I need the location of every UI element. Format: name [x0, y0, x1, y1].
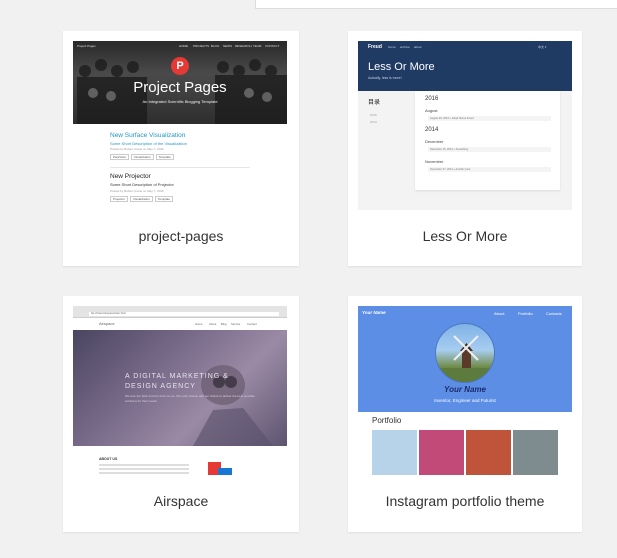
nav-link[interactable]: about — [414, 45, 422, 49]
nav-link[interactable]: BLOG — [211, 44, 219, 48]
theme-card-less-or-more[interactable]: Freud home archive about 中文 ▾ Less Or Mo… — [348, 31, 582, 266]
nav-link[interactable]: About — [494, 311, 504, 316]
nav-link[interactable]: Service — [231, 322, 240, 326]
portfolio-tile[interactable] — [419, 430, 464, 475]
theme-title[interactable]: Airspace — [63, 493, 299, 509]
portfolio-heading: Portfolio — [372, 416, 402, 425]
archive-panel: 2016 August August 29, 2016 » Jekyll the… — [415, 91, 560, 190]
theme-title[interactable]: Instagram portfolio theme — [348, 493, 582, 509]
hero-heading: A DIGITAL MARKETING & DESIGN AGENCY — [125, 372, 229, 392]
nav-link[interactable]: home — [388, 45, 396, 49]
archive-entry[interactable]: August 29, 2016 » Jekyll theme Freud — [428, 116, 551, 121]
browser-chrome: file:///Users/airspace/index.html — [73, 306, 287, 318]
tag[interactable]: Projector — [110, 196, 129, 202]
post-tags: Projector Visualization Template — [110, 196, 173, 202]
nav-link[interactable]: HOME — [179, 44, 188, 48]
theme-thumbnail[interactable]: Your Name About Portfolio Contacts Your … — [358, 306, 572, 475]
tag[interactable]: ParaView — [110, 154, 129, 160]
theme-title[interactable]: Less Or More — [348, 228, 582, 244]
project-pages-logo: P — [171, 57, 189, 75]
nav-link[interactable]: archive — [400, 45, 410, 49]
profile-tagline: Inventor, Engineer and Futurist — [434, 398, 496, 403]
nav-link[interactable]: Contact — [247, 322, 257, 326]
post-tags: ParaView Visualization Template — [110, 154, 174, 160]
toc-item[interactable]: 2014 — [370, 120, 377, 124]
archive-year: 2016 — [425, 96, 439, 102]
post-meta: Posted by Robert Crane on May 7, 2016 — [110, 147, 164, 151]
profile-name: Your Name — [444, 385, 486, 394]
post-title[interactable]: New Projector — [110, 173, 151, 180]
tag[interactable]: Visualization — [130, 196, 153, 202]
theme-thumbnail[interactable]: Freud home archive about 中文 ▾ Less Or Mo… — [358, 41, 572, 210]
nav-link[interactable]: CONTACT — [265, 44, 279, 48]
site-tagline: Actually, less is more! — [368, 76, 402, 80]
theme-thumbnail[interactable]: file:///Users/airspace/index.html Airspa… — [73, 306, 287, 475]
about-heading: ABOUT US — [99, 457, 118, 461]
archive-month: November — [425, 159, 444, 164]
archive-entry[interactable]: November 27, 2014 » Another post — [428, 167, 551, 172]
hero-description: We love the Web and the work we do. We w… — [125, 394, 255, 403]
theme-thumbnail[interactable]: Project Pages HOME PROJECTS BLOG NEWS RE… — [73, 41, 287, 210]
archive-year: 2014 — [425, 127, 439, 133]
toc-item[interactable]: 2016 — [370, 113, 377, 117]
nav-link[interactable]: NEWS — [223, 44, 232, 48]
text-line — [99, 464, 189, 466]
post-meta: Posted by Robert Crane on May 7, 2016 — [110, 189, 164, 193]
site-brand[interactable]: Freud — [368, 44, 382, 50]
hero-banner: Project Pages HOME PROJECTS BLOG NEWS RE… — [73, 41, 287, 124]
site-brand[interactable]: Your Name — [362, 310, 386, 315]
theme-title[interactable]: project-pages — [63, 228, 299, 244]
site-brand[interactable]: Airspace — [99, 321, 115, 326]
post-title[interactable]: New Surface Visualization — [110, 132, 185, 139]
tag[interactable]: Template — [154, 196, 173, 202]
profile-header: Your Name About Portfolio Contacts Your … — [358, 306, 572, 412]
top-panel-edge — [255, 0, 617, 9]
theme-card-airspace[interactable]: file:///Users/airspace/index.html Airspa… — [63, 296, 299, 532]
nav-link[interactable]: RESEARCH — [235, 44, 252, 48]
text-line — [99, 472, 189, 474]
post-subtitle: Some Short Description of the Visualizat… — [110, 141, 187, 146]
theme-card-instagram-portfolio[interactable]: Your Name About Portfolio Contacts Your … — [348, 296, 582, 532]
portfolio-grid — [372, 430, 558, 475]
nav-link[interactable]: PROJECTS — [193, 44, 209, 48]
nav-link[interactable]: Home — [195, 322, 202, 326]
language-switch[interactable]: 中文 ▾ — [538, 45, 546, 49]
hero-heading-line: A DIGITAL MARKETING & — [125, 373, 229, 380]
archive-month: August — [425, 108, 438, 113]
nav-link[interactable]: Blog — [221, 322, 227, 326]
divider — [110, 167, 250, 168]
blue-graphic — [218, 468, 232, 475]
tag[interactable]: Template — [155, 154, 174, 160]
portfolio-tile[interactable] — [513, 430, 558, 475]
hero-heading-line: DESIGN AGENCY — [125, 383, 196, 390]
toc-heading: 目录 — [368, 100, 381, 106]
portfolio-tile[interactable] — [372, 430, 417, 475]
nav-link[interactable]: TEAM — [253, 44, 261, 48]
windmill-icon — [436, 335, 494, 382]
address-bar[interactable]: file:///Users/airspace/index.html — [89, 312, 279, 316]
tag[interactable]: Visualization — [130, 154, 154, 160]
site-preview: Freud home archive about 中文 ▾ Less Or Mo… — [358, 41, 572, 210]
archive-entry[interactable]: December 15, 2014 » Something — [428, 147, 551, 152]
nav-brand[interactable]: Project Pages — [77, 44, 96, 48]
theme-card-project-pages[interactable]: Project Pages HOME PROJECTS BLOG NEWS RE… — [63, 31, 299, 266]
text-line — [99, 468, 189, 470]
site-title: Less Or More — [368, 61, 435, 73]
portfolio-tile[interactable] — [466, 430, 511, 475]
site-header: Freud home archive about 中文 ▾ Less Or Mo… — [358, 41, 572, 91]
hero-subtitle: An Integrated Scientific Blogging Templa… — [142, 99, 218, 104]
nav-link[interactable]: Contacts — [546, 311, 562, 316]
post-subtitle: Some Short Description of Projector — [110, 182, 174, 187]
avatar — [435, 323, 495, 383]
nav-link[interactable]: About — [209, 322, 216, 326]
hero-title: Project Pages — [133, 79, 227, 96]
nav-link[interactable]: Portfolio — [518, 311, 533, 316]
archive-month: December — [425, 139, 444, 144]
